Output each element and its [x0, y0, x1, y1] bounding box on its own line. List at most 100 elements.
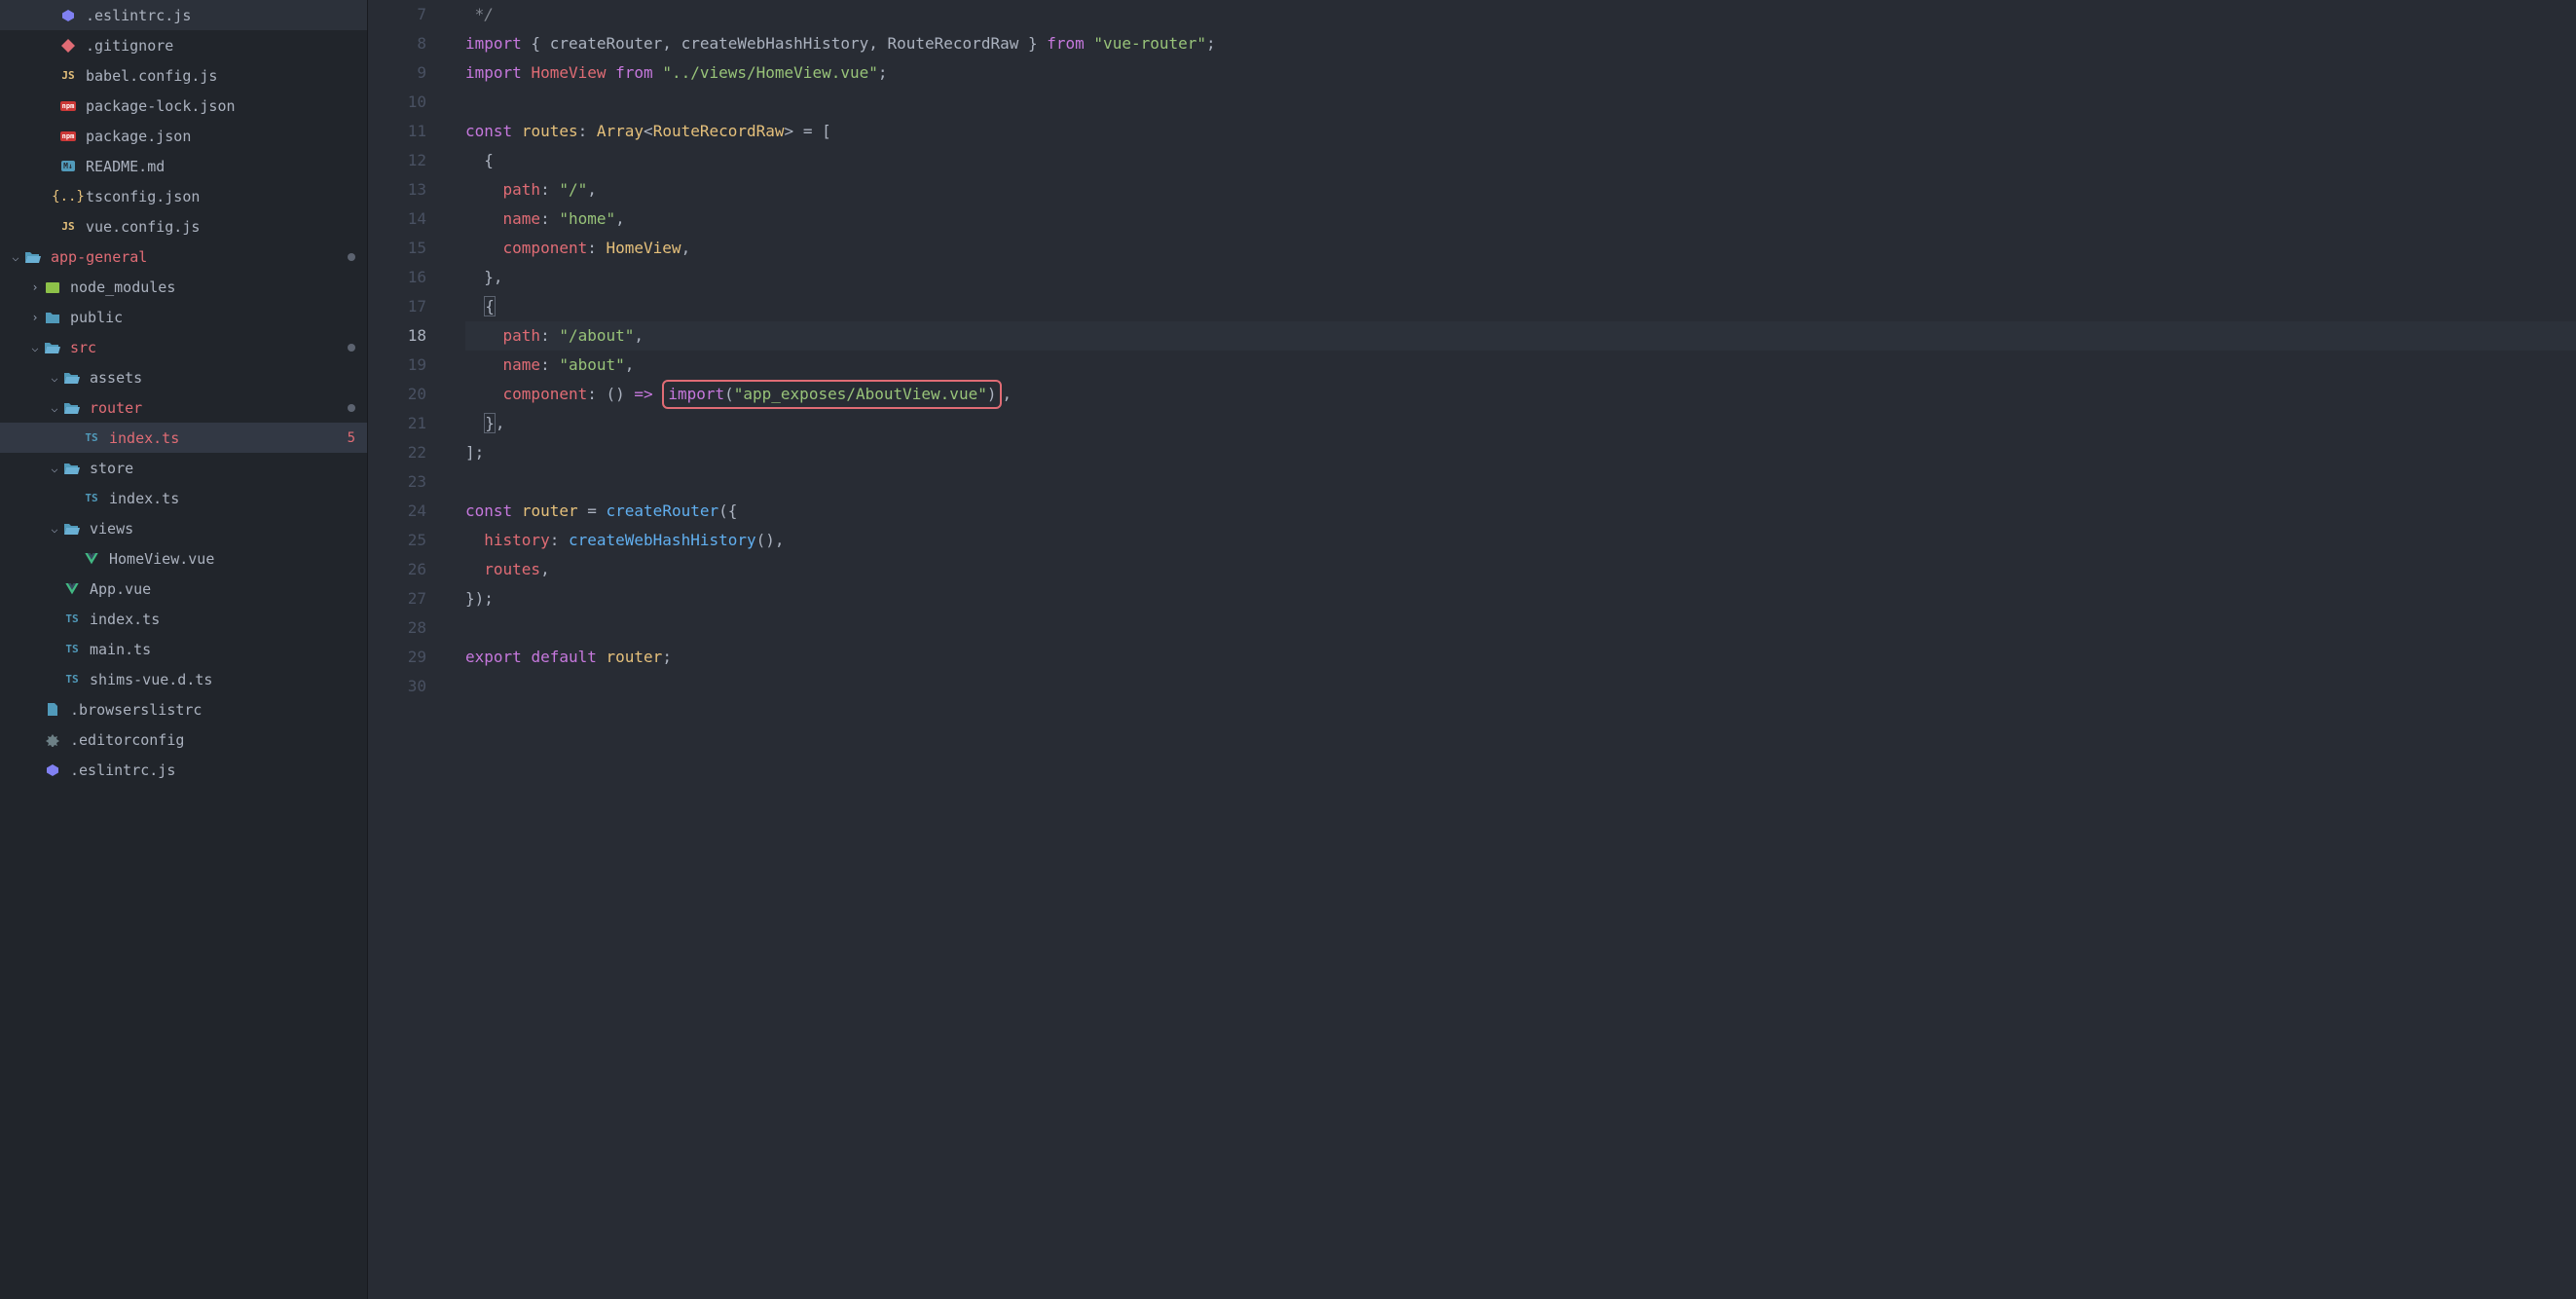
- line-number: 8: [368, 29, 426, 58]
- tree-item-index-ts[interactable]: TSindex.ts: [0, 483, 367, 513]
- tree-item-app-general[interactable]: ⌵app-general: [0, 241, 367, 272]
- code-line[interactable]: import HomeView from "../views/HomeView.…: [465, 58, 2576, 88]
- tree-label: package.json: [86, 128, 191, 145]
- code-editor[interactable]: 7891011121314151617181920212223242526272…: [368, 0, 2576, 1299]
- tree-item-homeview-vue[interactable]: HomeView.vue: [0, 543, 367, 574]
- line-number: 29: [368, 643, 426, 672]
- code-content[interactable]: */import { createRouter, createWebHashHi…: [446, 0, 2576, 1299]
- tree-label: babel.config.js: [86, 67, 217, 85]
- highlighted-code: import("app_exposes/AboutView.vue"): [662, 380, 1002, 409]
- line-number: 14: [368, 204, 426, 234]
- tree-item-shims-vue-d-ts[interactable]: TSshims-vue.d.ts: [0, 664, 367, 694]
- tree-label: index.ts: [109, 429, 179, 447]
- npm-icon: npm: [58, 96, 78, 116]
- code-line[interactable]: import { createRouter, createWebHashHist…: [465, 29, 2576, 58]
- code-line[interactable]: ];: [465, 438, 2576, 467]
- tree-label: README.md: [86, 158, 165, 175]
- line-number: 30: [368, 672, 426, 701]
- tree-label: store: [90, 460, 133, 477]
- line-number: 21: [368, 409, 426, 438]
- tree-item--eslintrc-js[interactable]: .eslintrc.js: [0, 0, 367, 30]
- code-line[interactable]: {: [465, 146, 2576, 175]
- line-number: 28: [368, 613, 426, 643]
- code-line[interactable]: export default router;: [465, 643, 2576, 672]
- chevron-icon: ⌵: [27, 341, 43, 354]
- tree-item-package-json[interactable]: npm package.json: [0, 121, 367, 151]
- modified-dot-icon: [348, 344, 355, 352]
- code-line[interactable]: {: [465, 292, 2576, 321]
- tree-label: .editorconfig: [70, 731, 184, 749]
- git-icon: [58, 36, 78, 56]
- tree-label: .browserslistrc: [70, 701, 202, 719]
- tree-item-index-ts[interactable]: TSindex.ts5: [0, 423, 367, 453]
- tree-item-babel-config-js[interactable]: JSbabel.config.js: [0, 60, 367, 91]
- vue-icon: [82, 549, 101, 569]
- code-line[interactable]: },: [465, 263, 2576, 292]
- tree-item-views[interactable]: ⌵views: [0, 513, 367, 543]
- tree-label: index.ts: [109, 490, 179, 507]
- tree-item--gitignore[interactable]: .gitignore: [0, 30, 367, 60]
- tree-label: views: [90, 520, 133, 538]
- tree-item-store[interactable]: ⌵ store: [0, 453, 367, 483]
- tree-item-tsconfig-json[interactable]: {..}tsconfig.json: [0, 181, 367, 211]
- code-line[interactable]: [465, 88, 2576, 117]
- tree-label: router: [90, 399, 142, 417]
- code-line[interactable]: const routes: Array<RouteRecordRaw> = [: [465, 117, 2576, 146]
- tree-item-index-ts[interactable]: TSindex.ts: [0, 604, 367, 634]
- folder-special-icon: [43, 278, 62, 297]
- code-line[interactable]: component: () => import("app_exposes/Abo…: [465, 380, 2576, 409]
- code-line[interactable]: });: [465, 584, 2576, 613]
- code-line[interactable]: */: [465, 0, 2576, 29]
- code-line[interactable]: history: createWebHashHistory(),: [465, 526, 2576, 555]
- line-number: 22: [368, 438, 426, 467]
- tree-item-assets[interactable]: ⌵assets: [0, 362, 367, 392]
- code-line[interactable]: },: [465, 409, 2576, 438]
- tree-item-main-ts[interactable]: TSmain.ts: [0, 634, 367, 664]
- code-line[interactable]: routes,: [465, 555, 2576, 584]
- code-line[interactable]: const router = createRouter({: [465, 497, 2576, 526]
- tree-label: .eslintrc.js: [86, 7, 191, 24]
- generic-icon: [43, 700, 62, 720]
- file-explorer-sidebar[interactable]: .eslintrc.js.gitignoreJSbabel.config.jsn…: [0, 0, 368, 1299]
- tree-item-public[interactable]: ›public: [0, 302, 367, 332]
- json-icon: {..}: [58, 187, 78, 206]
- tree-label: App.vue: [90, 580, 151, 598]
- chevron-icon: ⌵: [47, 371, 62, 385]
- tree-item--eslintrc-js[interactable]: .eslintrc.js: [0, 755, 367, 785]
- tree-item-readme-md[interactable]: M↓README.md: [0, 151, 367, 181]
- chevron-icon: ⌵: [47, 462, 62, 475]
- code-line[interactable]: path: "/about",: [465, 321, 2576, 351]
- code-line[interactable]: [465, 613, 2576, 643]
- tree-item--browserslistrc[interactable]: .browserslistrc: [0, 694, 367, 724]
- code-line[interactable]: name: "about",: [465, 351, 2576, 380]
- line-number: 7: [368, 0, 426, 29]
- tree-item--editorconfig[interactable]: .editorconfig: [0, 724, 367, 755]
- npm-icon: npm: [58, 127, 78, 146]
- tree-item-app-vue[interactable]: App.vue: [0, 574, 367, 604]
- modified-dot-icon: [348, 253, 355, 261]
- tree-item-package-lock-json[interactable]: npmpackage-lock.json: [0, 91, 367, 121]
- folder-open-icon: [62, 398, 82, 418]
- eslint-icon: [43, 761, 62, 780]
- code-line[interactable]: [465, 467, 2576, 497]
- tree-label: .eslintrc.js: [70, 761, 175, 779]
- tree-label: shims-vue.d.ts: [90, 671, 212, 688]
- code-line[interactable]: component: HomeView,: [465, 234, 2576, 263]
- line-number: 12: [368, 146, 426, 175]
- code-line[interactable]: path: "/",: [465, 175, 2576, 204]
- code-line[interactable]: [465, 672, 2576, 701]
- tree-item-src[interactable]: ⌵src: [0, 332, 367, 362]
- line-number: 24: [368, 497, 426, 526]
- tree-item-vue-config-js[interactable]: JSvue.config.js: [0, 211, 367, 241]
- folder-icon: [43, 308, 62, 327]
- ts-icon: TS: [62, 640, 82, 659]
- line-number: 10: [368, 88, 426, 117]
- vue-icon: [62, 579, 82, 599]
- eslint-icon: [58, 6, 78, 25]
- tree-item-router[interactable]: ⌵router: [0, 392, 367, 423]
- code-line[interactable]: name: "home",: [465, 204, 2576, 234]
- tree-label: .gitignore: [86, 37, 173, 55]
- tree-item-node-modules[interactable]: ›node_modules: [0, 272, 367, 302]
- line-number: 25: [368, 526, 426, 555]
- tree-label: index.ts: [90, 611, 160, 628]
